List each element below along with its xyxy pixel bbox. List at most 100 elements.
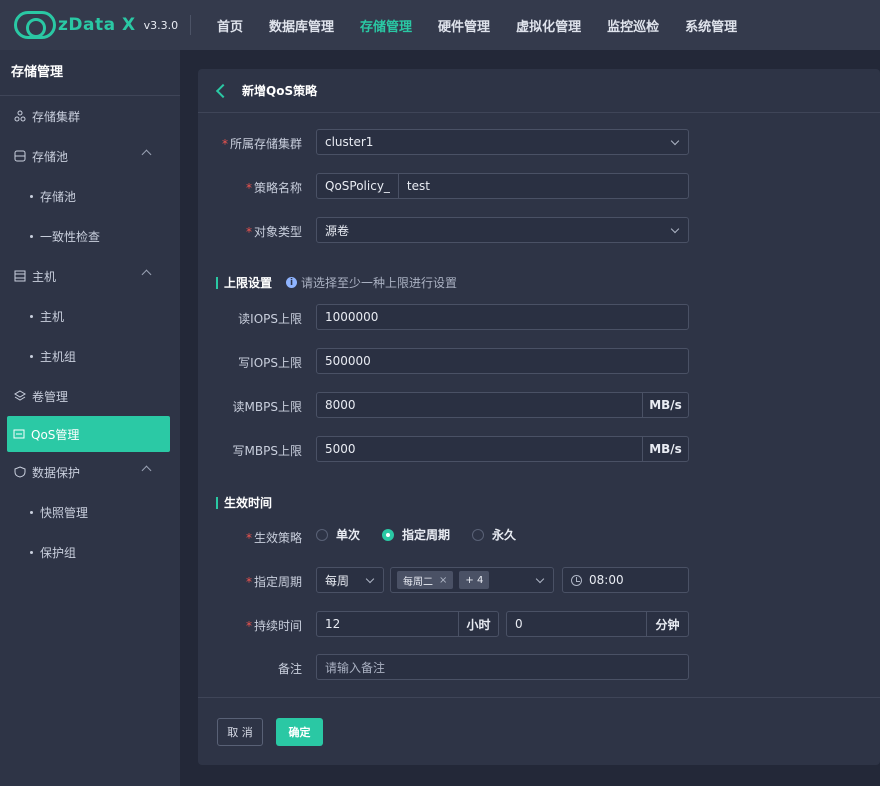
clock-icon [571,574,582,586]
sidebar-subitem-host[interactable]: 主机 [0,296,180,336]
cluster-select[interactable]: cluster1 [316,129,689,155]
cluster-icon [14,110,26,122]
divider [190,15,191,35]
duration-label-text: 持续时间 [253,619,302,633]
close-icon[interactable]: × [439,575,447,586]
sidebar-item-pool[interactable]: 存储池 [0,136,180,176]
write-iops-label: 写IOPS上限 [238,356,302,370]
hours-value: 12 [325,617,341,631]
write-mbps-unit: MB/s [642,437,688,461]
sidebar-item-volume[interactable]: 卷管理 [0,376,180,416]
sidebar-subitem-host-group[interactable]: 主机组 [0,336,180,376]
confirm-button[interactable]: 确定 [276,718,323,746]
sidebar-subitem-pool[interactable]: 存储池 [0,176,180,216]
name-value: test [406,179,430,193]
nav-system[interactable]: 系统管理 [685,16,737,35]
hours-input[interactable]: 12 小时 [316,611,499,637]
back-arrow-icon[interactable] [215,83,231,98]
sidebar-subitem-label: 主机组 [40,349,77,364]
limits-title: 上限设置 [224,276,273,290]
nav-home[interactable]: 首页 [217,16,243,35]
radio-forever[interactable]: 永久 [472,526,516,543]
sidebar-item-cluster[interactable]: 存储集群 [0,96,180,136]
bullet-icon [30,510,33,514]
sidebar-item-label: 存储集群 [32,109,81,124]
required-mark: * [245,575,252,589]
frequency-select[interactable]: 每周 [316,567,384,593]
cluster-label: * 所属存储集群 [198,135,302,152]
database-icon [14,150,26,162]
frequency-value: 每周 [325,573,350,588]
name-field[interactable]: QoSPolicy_ test [316,173,689,199]
object-type-label: * 对象类型 [198,223,302,240]
cancel-button[interactable]: 取 消 [217,718,263,746]
read-mbps-value: 8000 [325,398,356,412]
layers-icon [14,390,26,401]
chevron-up-icon[interactable] [141,269,152,280]
note-input[interactable]: 请输入备注 [316,654,689,680]
minutes-input[interactable]: 0 分钟 [506,611,689,637]
write-mbps-value: 5000 [325,442,356,456]
bullet-icon [30,314,33,318]
sidebar-subitem-label: 快照管理 [40,505,89,520]
nav-database[interactable]: 数据库管理 [269,16,334,35]
sidebar: 存储管理 存储集群 存储池 存储池 一致性检查 主机 主机 主机组 卷管理 Qo… [0,50,180,786]
sidebar-item-label: QoS管理 [31,427,80,442]
time-title: 生效时间 [224,496,273,510]
weekday-tag: 每周二 × [397,571,454,589]
radio-checked-icon [382,528,395,541]
cluster-value: cluster1 [325,135,374,149]
policy-label: * 生效策略 [198,529,302,546]
chevron-down-icon [670,136,680,146]
write-mbps-input[interactable]: 5000 MB/s [316,436,689,462]
bullet-icon [30,354,33,358]
object-type-select[interactable]: 源卷 [316,217,689,243]
sidebar-item-qos[interactable]: QoS管理 [7,416,170,452]
nav-storage[interactable]: 存储管理 [360,16,412,35]
nav-hardware[interactable]: 硬件管理 [438,16,490,35]
time-picker[interactable]: 08:00 [562,567,689,593]
read-mbps-input[interactable]: 8000 MB/s [316,392,689,418]
radio-circle-icon [316,528,328,541]
nav-monitor[interactable]: 监控巡检 [607,16,659,35]
nav-virtualization[interactable]: 虚拟化管理 [516,16,581,35]
sidebar-subitem-label: 主机 [40,309,65,324]
radio-once[interactable]: 单次 [316,526,360,543]
write-mbps-label: 写MBPS上限 [232,444,302,458]
sidebar-subitem-consistency[interactable]: 一致性检查 [0,216,180,256]
app-version: v3.3.0 [143,18,179,32]
read-mbps-label: 读MBPS上限 [232,400,302,414]
panel-header: 新增QoS策略 [198,69,880,113]
required-mark: * [245,225,252,239]
sidebar-item-host[interactable]: 主机 [0,256,180,296]
sidebar-subitem-label: 保护组 [40,545,77,560]
chevron-up-icon[interactable] [141,465,152,476]
page-title: 新增QoS策略 [242,84,318,98]
note-placeholder: 请输入备注 [325,660,386,675]
sidebar-subitem-protect-group[interactable]: 保护组 [0,532,180,572]
shield-icon [14,466,26,478]
section-bar [216,496,218,509]
radio-period[interactable]: 指定周期 [382,526,450,543]
more-tag: + 4 [459,571,490,589]
radio-period-label: 指定周期 [402,528,451,542]
required-mark: * [245,531,252,545]
radio-forever-label: 永久 [492,528,517,542]
footer-divider [198,697,880,698]
weekday-tag-label: 每周二 [403,576,433,588]
sidebar-item-protect[interactable]: 数据保护 [0,452,180,492]
sidebar-subitem-snapshot[interactable]: 快照管理 [0,492,180,532]
time-section: 生效时间 [216,494,272,511]
sidebar-subitem-label: 一致性检查 [40,229,101,244]
sidebar-item-label: 主机 [32,269,57,284]
bullet-icon [30,194,33,198]
write-iops-input[interactable]: 500000 [316,348,689,374]
object-type-label-text: 对象类型 [253,225,302,239]
chevron-up-icon[interactable] [141,149,152,160]
app-logo[interactable]: zData X v3.3.0 [0,0,190,50]
weekday-multiselect[interactable]: 每周二 × + 4 [390,567,554,593]
required-mark: * [245,619,252,633]
read-iops-input[interactable]: 1000000 [316,304,689,330]
limits-hint: 请选择至少一种上限进行设置 [301,276,458,290]
write-iops-value: 500000 [325,354,371,368]
